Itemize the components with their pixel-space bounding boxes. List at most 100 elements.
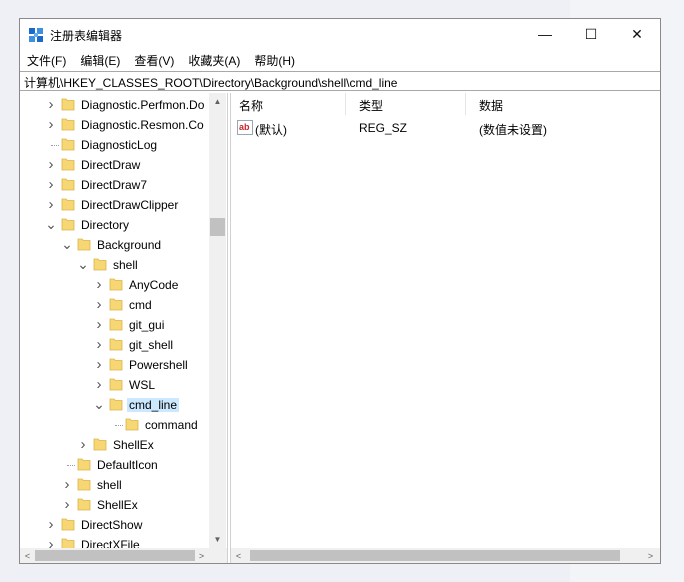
tree-node[interactable]: › Diagnostic.Perfmon.Do	[20, 95, 227, 115]
chevron-right-icon[interactable]: ›	[45, 156, 57, 173]
scroll-right-icon[interactable]: >	[643, 548, 658, 563]
folder-icon	[61, 538, 75, 548]
tree-node[interactable]: › Diagnostic.Resmon.Co	[20, 115, 227, 135]
address-bar[interactable]: 计算机\HKEY_CLASSES_ROOT\Directory\Backgrou…	[20, 71, 660, 91]
tree-node[interactable]: ⌄ cmd_line	[20, 395, 227, 415]
chevron-right-icon[interactable]: ›	[45, 96, 57, 113]
chevron-right-icon[interactable]: ›	[93, 296, 105, 313]
chevron-right-icon[interactable]: ›	[93, 336, 105, 353]
tree-node[interactable]: DiagnosticLog	[20, 135, 227, 155]
list-horizontal-scrollbar[interactable]: < >	[231, 548, 660, 563]
tree-connector-line	[67, 465, 75, 466]
tree-node[interactable]: › ShellEx	[20, 435, 227, 455]
chevron-right-icon[interactable]: ›	[61, 496, 73, 513]
tree-node[interactable]: ⌄ Directory	[20, 215, 227, 235]
chevron-right-icon[interactable]: ›	[93, 356, 105, 373]
column-divider[interactable]	[465, 93, 466, 115]
tree-node[interactable]: › Powershell	[20, 355, 227, 375]
chevron-right-icon[interactable]: ›	[45, 176, 57, 193]
tree-node[interactable]: ⌄ Background	[20, 235, 227, 255]
registry-editor-window: 注册表编辑器 — ☐ ✕ 文件(F) 编辑(E) 查看(V) 收藏夹(A) 帮助…	[19, 18, 661, 564]
tree-node[interactable]: › git_gui	[20, 315, 227, 335]
chevron-right-icon[interactable]: ›	[93, 376, 105, 393]
column-header-type[interactable]: 类型	[351, 93, 465, 115]
chevron-down-icon[interactable]: ⌄	[45, 216, 57, 232]
list-header: 名称 类型 数据	[231, 93, 660, 115]
tree-node[interactable]: › git_shell	[20, 335, 227, 355]
title-bar[interactable]: 注册表编辑器 — ☐ ✕	[20, 19, 660, 49]
tree-node-label: DirectDraw	[81, 158, 141, 172]
tree-connector-line	[115, 425, 123, 426]
chevron-right-icon[interactable]: ›	[77, 436, 89, 453]
menu-view[interactable]: 查看(V)	[127, 50, 181, 70]
tree-node[interactable]: › shell	[20, 475, 227, 495]
chevron-down-icon[interactable]: ⌄	[77, 256, 89, 272]
tree-node-label: command	[145, 418, 198, 432]
chevron-down-icon[interactable]: ⌄	[93, 396, 105, 412]
tree-node[interactable]: DefaultIcon	[20, 455, 227, 475]
folder-icon	[93, 438, 107, 451]
tree-node[interactable]: › DirectXFile	[20, 535, 227, 548]
tree-node[interactable]: › ShellEx	[20, 495, 227, 515]
registry-editor-app-icon	[29, 28, 43, 42]
menu-favorites[interactable]: 收藏夹(A)	[181, 50, 247, 70]
tree-vertical-scrollbar[interactable]: ▲ ▼	[209, 93, 226, 548]
maximize-icon: ☐	[584, 25, 598, 42]
tree-connector-line	[51, 145, 59, 146]
folder-icon	[109, 338, 123, 351]
tree-node-label: shell	[97, 478, 122, 492]
menu-file[interactable]: 文件(F)	[20, 50, 73, 70]
tree-node-label: Directory	[81, 218, 130, 232]
tree-node[interactable]: › cmd	[20, 295, 227, 315]
tree-node-label: DirectShow	[81, 518, 143, 532]
tree-vertical-scroll-thumb[interactable]	[210, 218, 225, 236]
list-horizontal-scroll-thumb[interactable]	[250, 550, 620, 561]
scroll-up-icon[interactable]: ▲	[209, 93, 226, 110]
folder-icon	[93, 258, 107, 271]
scroll-left-icon[interactable]: <	[20, 548, 35, 563]
tree-horizontal-scrollbar[interactable]: < >	[20, 548, 227, 563]
tree-node[interactable]: › AnyCode	[20, 275, 227, 295]
scroll-down-icon[interactable]: ▼	[209, 531, 226, 548]
chevron-right-icon[interactable]: ›	[93, 316, 105, 333]
folder-icon	[125, 418, 139, 431]
column-header-data[interactable]: 数据	[471, 93, 651, 115]
tree-node[interactable]: › DirectDrawClipper	[20, 195, 227, 215]
values-list: 名称 类型 数据 ab (默认) REG_SZ (数值未设置)	[231, 93, 660, 548]
tree-node[interactable]: ⌄ shell	[20, 255, 227, 275]
tree-node[interactable]: › WSL	[20, 375, 227, 395]
tree-node[interactable]: command	[20, 415, 227, 435]
maximize-button[interactable]: ☐	[568, 19, 614, 49]
chevron-right-icon[interactable]: ›	[45, 516, 57, 533]
column-header-name[interactable]: 名称	[231, 93, 345, 115]
tree-node-label: DiagnosticLog	[81, 138, 158, 152]
chevron-right-icon[interactable]: ›	[45, 116, 57, 133]
tree-node[interactable]: › DirectDraw7	[20, 175, 227, 195]
folder-icon	[61, 218, 75, 231]
folder-icon	[77, 478, 91, 491]
scroll-right-icon[interactable]: >	[194, 548, 209, 563]
chevron-right-icon[interactable]: ›	[45, 196, 57, 213]
chevron-right-icon[interactable]: ›	[45, 536, 57, 549]
chevron-down-icon[interactable]: ⌄	[61, 236, 73, 252]
tree-node-label: AnyCode	[129, 278, 179, 292]
menu-help[interactable]: 帮助(H)	[247, 50, 302, 70]
minimize-button[interactable]: —	[522, 19, 568, 49]
tree-node-label: DirectDraw7	[81, 178, 148, 192]
column-divider[interactable]	[345, 93, 346, 115]
registry-key-tree: › Diagnostic.Perfmon.Do › Diagnostic.Resmon…	[20, 93, 227, 548]
value-row[interactable]: ab (默认) REG_SZ (数值未设置)	[231, 119, 660, 137]
folder-icon	[109, 318, 123, 331]
scroll-left-icon[interactable]: <	[231, 548, 246, 563]
close-button[interactable]: ✕	[614, 19, 660, 49]
tree-horizontal-scroll-thumb[interactable]	[35, 550, 195, 561]
tree-node[interactable]: › DirectDraw	[20, 155, 227, 175]
folder-icon	[61, 158, 75, 171]
chevron-right-icon[interactable]: ›	[93, 276, 105, 293]
value-type: REG_SZ	[359, 121, 408, 135]
folder-icon	[109, 358, 123, 371]
tree-node-label: DirectDrawClipper	[81, 198, 179, 212]
tree-node[interactable]: › DirectShow	[20, 515, 227, 535]
chevron-right-icon[interactable]: ›	[61, 476, 73, 493]
menu-edit[interactable]: 编辑(E)	[73, 50, 127, 70]
